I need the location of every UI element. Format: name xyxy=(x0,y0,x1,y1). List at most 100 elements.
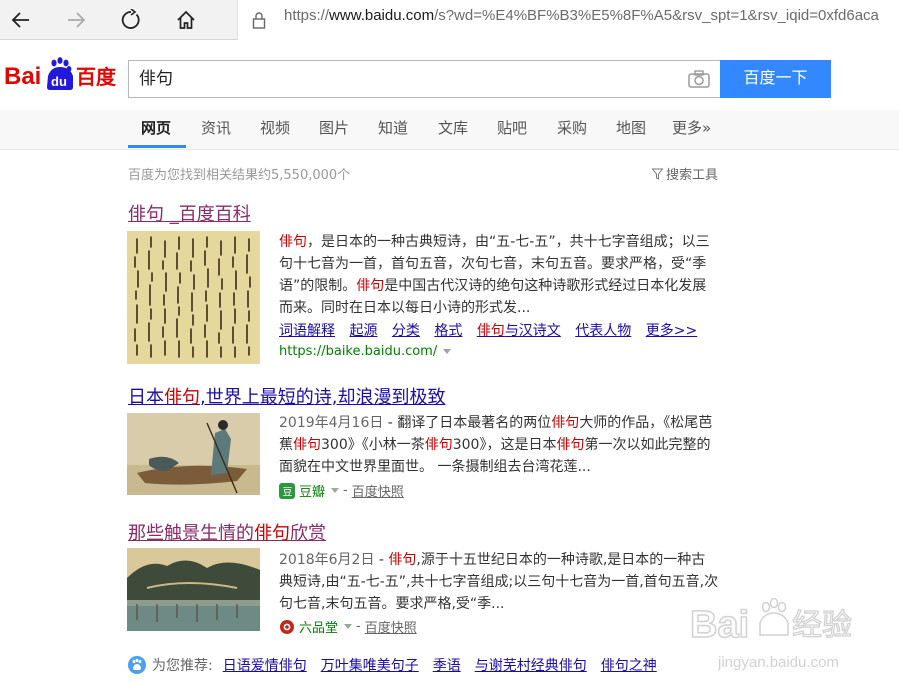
tab-images[interactable]: 图片 xyxy=(319,110,349,150)
refresh-button[interactable] xyxy=(114,4,148,36)
refresh-icon xyxy=(121,9,140,29)
search-tools-button[interactable]: 搜索工具 xyxy=(652,164,718,183)
separator: - xyxy=(356,619,361,634)
result-2-snippet: 2019年4月16日 - 翻译了日本最著名的两位俳句大师的作品，《松尾芭蕉俳句3… xyxy=(279,415,713,475)
address-bar[interactable]: https://www.baidu.com/s?wd=%E4%BF%B3%E5%… xyxy=(237,0,899,40)
watermark-brand: 经验 xyxy=(792,608,852,643)
tab-caigou[interactable]: 采购 xyxy=(557,110,587,150)
douban-icon: 豆 xyxy=(279,482,295,499)
url-text[interactable]: https://www.baidu.com/s?wd=%E4%BF%B3%E5%… xyxy=(284,0,899,40)
tab-wenku[interactable]: 文库 xyxy=(438,110,468,150)
result-1-snippet-em-2: 俳句 xyxy=(356,278,385,294)
sublink-format[interactable]: 格式 xyxy=(434,323,462,339)
result-2-title-b: ,世界上最短的诗,却浪漫到极致 xyxy=(200,387,446,408)
search-input[interactable]: 俳句 xyxy=(128,60,720,98)
browser-toolbar: https://www.baidu.com/s?wd=%E4%BF%B3%E5%… xyxy=(0,0,899,40)
arrow-left-icon xyxy=(11,12,29,28)
result-2-snippet-part: 300》，这是日本 xyxy=(452,437,557,453)
result-2-source-name: 豆瓣 xyxy=(299,485,326,500)
recommend-item-1[interactable]: 日语爱情俳句 xyxy=(223,655,307,675)
result-2-snippet-part: 翻译了日本最著名的两位 xyxy=(397,415,552,431)
result-count: 百度为您找到相关结果约5,550,000个 xyxy=(128,168,351,183)
recommend-item-3[interactable]: 季语 xyxy=(433,655,461,675)
search-header: Bai du 百度 俳句 百度一下 xyxy=(0,40,899,110)
sublink-more[interactable]: 更多>> xyxy=(646,323,697,339)
tab-more[interactable]: 更多» xyxy=(672,110,711,150)
sublink-haiku-chinese-poetry[interactable]: 俳句与汉诗文 xyxy=(477,323,561,339)
dropdown-arrow-icon[interactable] xyxy=(443,349,452,354)
search-query[interactable]: 俳句 xyxy=(139,61,173,97)
result-2-title[interactable]: 日本俳句,世界上最短的诗,却浪漫到极致 xyxy=(128,383,445,409)
svg-text:Bai: Bai xyxy=(4,63,41,90)
tab-zhidao[interactable]: 知道 xyxy=(378,110,408,150)
recommend-item-4[interactable]: 与谢芜村经典俳句 xyxy=(475,655,587,675)
back-button[interactable] xyxy=(4,4,38,36)
tab-tieba[interactable]: 贴吧 xyxy=(497,110,527,150)
camera-icon[interactable] xyxy=(688,70,710,88)
result-3-title[interactable]: 那些触景生情的俳句欣赏 xyxy=(128,519,326,545)
result-3-snapshot-link[interactable]: 百度快照 xyxy=(365,617,417,636)
result-2-thumbnail[interactable] xyxy=(127,413,260,495)
search-button[interactable]: 百度一下 xyxy=(720,60,831,98)
search-tabs: 网页 资讯 视频 图片 知道 文库 贴吧 采购 地图 更多» xyxy=(0,110,899,150)
recommend-item-5[interactable]: 俳句之神 xyxy=(601,655,657,675)
separator: - xyxy=(343,483,348,498)
baidu-logo[interactable]: Bai du 百度 xyxy=(4,54,119,94)
sublink-haiku-chinese-poetry-label: 与汉诗文 xyxy=(504,323,561,339)
result-2-snapshot-link[interactable]: 百度快照 xyxy=(352,481,404,500)
result-3-date: 2018年6月2日 xyxy=(279,552,375,568)
result-1-title[interactable]: 俳句 _百度百科 xyxy=(128,200,251,226)
filter-icon xyxy=(652,168,663,180)
svg-text:Bai: Bai xyxy=(690,604,749,646)
result-2-snippet-em: 俳句 xyxy=(551,415,580,431)
result-2-snippet-em: 俳句 xyxy=(424,437,453,453)
result-3-snippet-em: 俳句 xyxy=(388,552,417,568)
sublink-representatives[interactable]: 代表人物 xyxy=(575,323,631,339)
sublink-category[interactable]: 分类 xyxy=(392,323,420,339)
tab-video[interactable]: 视频 xyxy=(260,110,290,150)
baidu-jingyan-watermark: Bai 经验 jingyan.baidu.com xyxy=(689,597,853,671)
watermark-site: jingyan.baidu.com xyxy=(717,654,839,671)
svg-text:百度: 百度 xyxy=(76,65,117,89)
result-1-title-rest: _百度百科 xyxy=(169,204,251,225)
result-1-snippet: 俳句，是日本的一种古典短诗，由“五-七-五”，共十七字音组成；以三句十七音为一首… xyxy=(279,231,719,319)
search-tools-label: 搜索工具 xyxy=(666,168,719,183)
tab-web[interactable]: 网页 xyxy=(141,110,171,150)
active-tab-indicator xyxy=(128,145,186,148)
result-3-title-em: 俳句 xyxy=(254,523,290,544)
result-1-source-url: https://baike.baidu.com/ xyxy=(279,344,438,359)
result-1-snippet-em-1: 俳句 xyxy=(279,234,307,250)
result-2-title-a: 日本 xyxy=(128,387,164,408)
url-prefix: https:// xyxy=(284,7,330,24)
svg-text:豆: 豆 xyxy=(283,486,293,498)
result-2-source[interactable]: 豆 豆瓣 - 百度快照 xyxy=(279,481,404,500)
result-2-snippet-part: 300》《小林一茶 xyxy=(321,437,425,453)
sublink-origin[interactable]: 起源 xyxy=(349,323,377,339)
tab-map[interactable]: 地图 xyxy=(616,110,646,150)
liupintang-icon xyxy=(280,619,294,634)
result-3-source[interactable]: 六品堂 - 百度快照 xyxy=(279,617,417,636)
forward-button[interactable] xyxy=(59,4,93,36)
result-2-title-em: 俳句 xyxy=(164,387,200,408)
recommend-item-2[interactable]: 万叶集唯美句子 xyxy=(321,655,419,675)
dropdown-arrow-icon[interactable] xyxy=(344,624,353,629)
result-2-snippet-em: 俳句 xyxy=(293,437,321,453)
paw-icon xyxy=(128,656,146,674)
recommend-label: 为您推荐: xyxy=(152,658,213,674)
result-1-title-em: 俳句 xyxy=(128,204,164,225)
url-host: www.baidu.com xyxy=(329,7,435,24)
arrow-right-icon xyxy=(68,12,86,28)
result-2-snippet-em: 俳句 xyxy=(556,437,585,453)
result-1-thumbnail[interactable] xyxy=(127,231,260,364)
sublink-word-explanation[interactable]: 词语解释 xyxy=(279,323,335,339)
result-3-thumbnail[interactable] xyxy=(127,548,260,631)
result-1-source[interactable]: https://baike.baidu.com/ xyxy=(279,344,452,359)
result-3-source-name: 六品堂 xyxy=(299,621,339,636)
result-3-title-a: 那些触景生情的 xyxy=(128,523,254,544)
home-button[interactable] xyxy=(169,4,203,36)
dropdown-arrow-icon[interactable] xyxy=(331,488,340,493)
home-icon xyxy=(177,10,195,29)
sublink-em: 俳句 xyxy=(476,323,505,339)
tab-news[interactable]: 资讯 xyxy=(201,110,231,150)
svg-text:du: du xyxy=(51,74,67,89)
